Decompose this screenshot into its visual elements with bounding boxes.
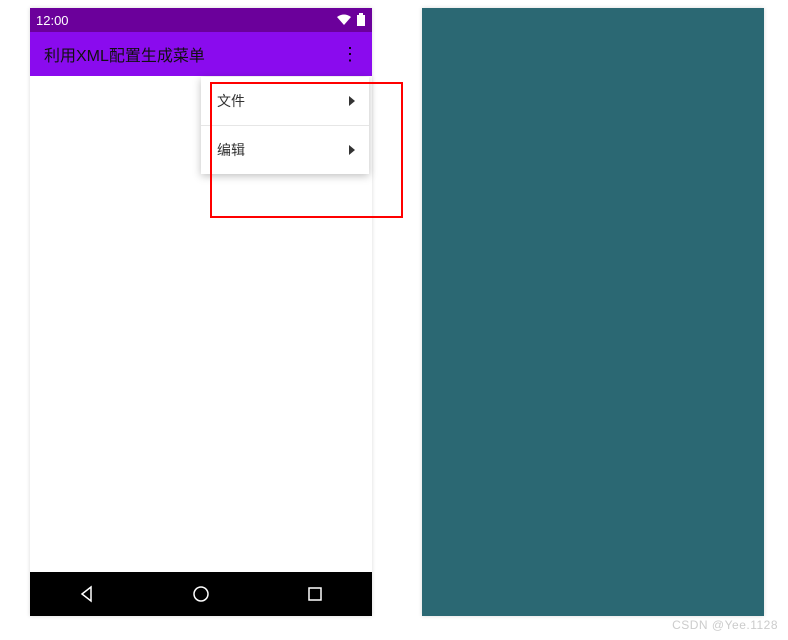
menu-item-label: 编辑 xyxy=(217,140,245,160)
chevron-right-icon xyxy=(349,145,355,155)
overflow-menu-popup: 文件 编辑 xyxy=(201,77,369,174)
app-bar: 利用XML配置生成菜单 ⋮ xyxy=(30,32,372,76)
menu-item-edit[interactable]: 编辑 xyxy=(201,126,369,174)
battery-icon xyxy=(356,13,366,27)
app-title: 利用XML配置生成菜单 xyxy=(44,42,205,66)
content-area: 文件 编辑 xyxy=(30,76,372,572)
nav-bar xyxy=(30,572,372,616)
watermark: CSDN @Yee.1128 xyxy=(672,618,778,632)
status-bar: 12:00 xyxy=(30,8,372,32)
nav-back-button[interactable] xyxy=(62,572,112,616)
menu-item-label: 文件 xyxy=(217,91,245,111)
nav-recents-button[interactable] xyxy=(290,572,340,616)
android-emulator-screen: 12:00 利用XML配置生成菜单 ⋮ 文件 xyxy=(30,8,372,616)
nav-home-button[interactable] xyxy=(176,572,226,616)
wifi-icon xyxy=(336,14,352,26)
status-time: 12:00 xyxy=(36,13,69,28)
menu-item-file[interactable]: 文件 xyxy=(201,77,369,125)
more-vert-icon[interactable]: ⋮ xyxy=(338,42,362,66)
chevron-right-icon xyxy=(349,96,355,106)
preview-blank-pane xyxy=(422,8,764,616)
